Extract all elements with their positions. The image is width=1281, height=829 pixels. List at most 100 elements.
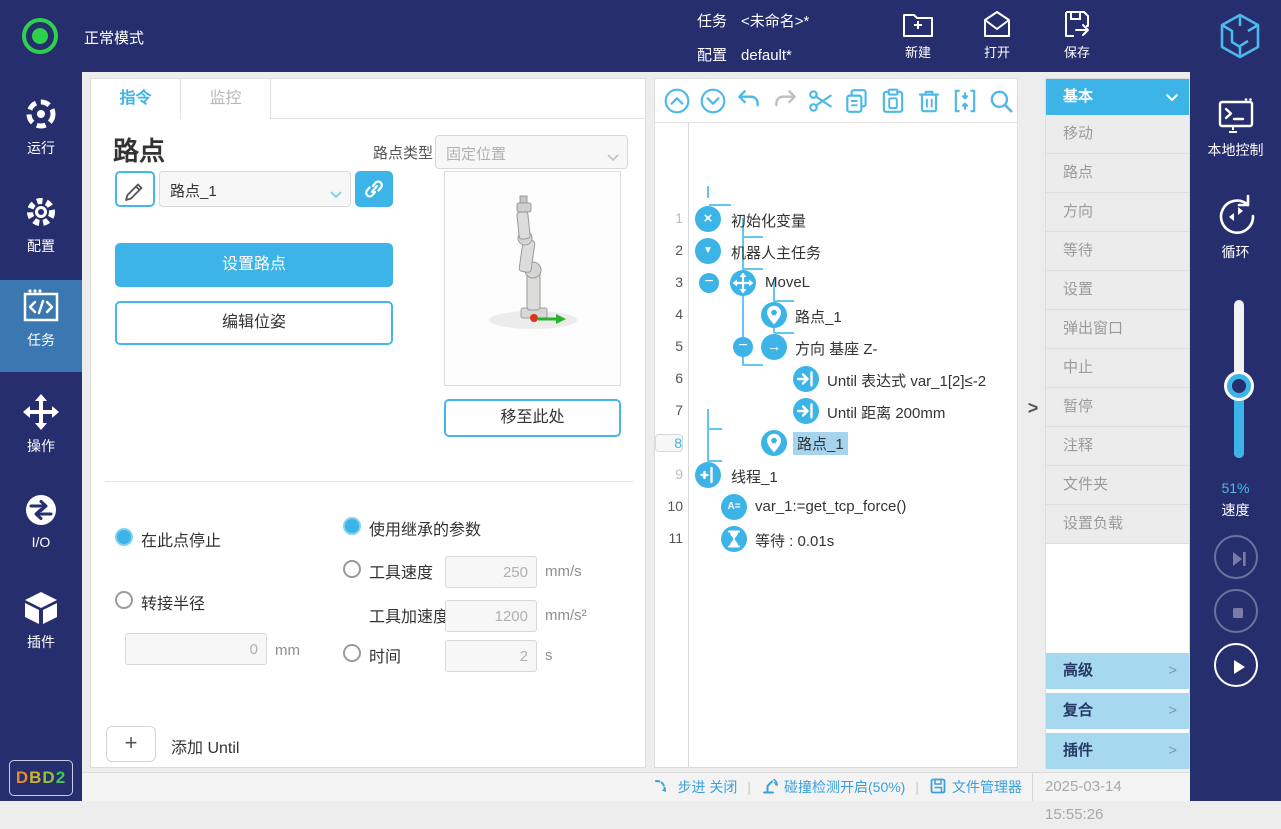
command-item-folder[interactable]: 文件夹 — [1046, 466, 1189, 505]
task-label: 任务 — [697, 13, 727, 30]
blend-radius-radio[interactable] — [115, 591, 133, 609]
edit-pose-button[interactable]: 编辑位姿 — [115, 301, 393, 345]
sidebar-config-label: 配置 — [0, 236, 82, 256]
command-item-pause[interactable]: 暂停 — [1046, 388, 1189, 427]
tree-row-waypoint-1-selected[interactable]: 8 路点_1 — [655, 427, 1017, 459]
move-down-icon[interactable] — [699, 87, 727, 115]
command-item-comment[interactable]: 注释 — [1046, 427, 1189, 466]
time-input[interactable] — [445, 640, 537, 672]
collapse-minus-icon[interactable]: − — [699, 273, 719, 293]
command-item-abort[interactable]: 中止 — [1046, 349, 1189, 388]
tree-row-wait[interactable]: 11 等待 : 0.01s — [655, 523, 1017, 555]
command-group-advanced[interactable]: 高级> — [1046, 653, 1189, 689]
set-waypoint-button[interactable]: 设置路点 — [115, 243, 393, 287]
merge-icon[interactable] — [951, 87, 979, 115]
chevron-down-icon — [330, 186, 342, 203]
command-item-move[interactable]: 移动 — [1046, 115, 1189, 154]
step-mode-status[interactable]: 步进 关闭 — [654, 777, 737, 798]
sidebar-item-io[interactable]: I/O — [0, 484, 82, 576]
tree-row-waypoint-1[interactable]: 4 路点_1 — [655, 299, 1017, 331]
tree-row-direction[interactable]: 5 − → 方向 基座 Z- — [655, 331, 1017, 363]
sidebar-item-operate[interactable]: 操作 — [0, 386, 82, 478]
inherit-params-radio[interactable] — [343, 517, 361, 535]
command-group-basic[interactable]: 基本 — [1046, 79, 1189, 115]
paste-icon[interactable] — [879, 87, 907, 115]
tree-row-label: Until 距离 200mm — [827, 402, 945, 423]
move-up-icon[interactable] — [663, 87, 691, 115]
undo-icon[interactable] — [735, 87, 763, 115]
command-item-direction[interactable]: 方向 — [1046, 193, 1189, 232]
command-item-waypoint[interactable]: 路点 — [1046, 154, 1189, 193]
sidebar-item-plugin[interactable]: 插件 — [0, 582, 82, 674]
copy-icon[interactable] — [843, 87, 871, 115]
waypoint-type-select[interactable]: 固定位置 — [435, 135, 628, 169]
tool-acc-input[interactable] — [445, 600, 537, 632]
link-waypoint-button[interactable] — [355, 171, 393, 207]
command-group-plugin[interactable]: 插件> — [1046, 733, 1189, 769]
command-group-composite[interactable]: 复合> — [1046, 693, 1189, 729]
stop-here-radio[interactable] — [115, 528, 133, 546]
file-manager-icon — [929, 777, 947, 798]
step-next-button[interactable] — [1214, 535, 1258, 579]
robot-id-badge[interactable]: DBD2 — [9, 760, 73, 796]
tree-row-init-variables[interactable]: 1 × 初始化变量 — [655, 203, 1017, 235]
sidebar-task-label: 任务 — [0, 330, 82, 350]
panel-expander-chevron[interactable]: > — [1022, 398, 1044, 426]
sidebar-item-task[interactable]: 任务 — [0, 280, 82, 372]
search-icon[interactable] — [987, 87, 1015, 115]
tree-row-label: 线程_1 — [731, 466, 778, 487]
tool-speed-input[interactable] — [445, 556, 537, 588]
tree-row-assignment[interactable]: 10 A= var_1:=get_tcp_force() — [655, 491, 1017, 523]
statusbar: 步进 关闭 | 碰撞检测开启(50%) | 文件管理器 2025-03-14 1… — [82, 772, 1190, 801]
config-value: default* — [741, 47, 792, 64]
tab-monitor[interactable]: 监控 — [181, 79, 271, 119]
redo-icon[interactable] — [771, 87, 799, 115]
tree-row-until-distance[interactable]: 7 Until 距离 200mm — [655, 395, 1017, 427]
blend-radius-input[interactable] — [125, 633, 267, 665]
tree-row-main-task[interactable]: 2 ▼ 机器人主任务 — [655, 235, 1017, 267]
time-radio[interactable] — [343, 644, 361, 662]
delete-icon[interactable] — [915, 87, 943, 115]
new-file-icon — [886, 8, 950, 40]
command-item-wait[interactable]: 等待 — [1046, 232, 1189, 271]
group-advanced-label: 高级 — [1063, 662, 1093, 679]
tool-speed-radio[interactable] — [343, 560, 361, 578]
file-manager-status[interactable]: 文件管理器 — [929, 777, 1022, 798]
new-task-button[interactable]: 新建 — [886, 8, 950, 61]
sidebar-item-config[interactable]: 配置 — [0, 186, 82, 278]
rename-waypoint-button[interactable] — [115, 171, 155, 207]
line-number: 6 — [655, 370, 683, 386]
waypoint-name-select[interactable]: 路点_1 — [159, 171, 351, 207]
collision-label: 碰撞检测开启(50%) — [784, 777, 905, 797]
speed-slider-handle[interactable] — [1227, 374, 1251, 398]
loop-button[interactable]: 循环 — [1190, 190, 1281, 262]
open-task-button[interactable]: 打开 — [965, 8, 1029, 61]
collapse-minus-icon[interactable]: − — [733, 337, 753, 357]
play-button[interactable] — [1214, 643, 1258, 687]
cut-icon[interactable] — [807, 87, 835, 115]
save-task-button[interactable]: 保存 — [1045, 8, 1109, 61]
rightbar: 本地控制 循环 51% 速度 — [1190, 72, 1281, 801]
assignment-icon: A= — [721, 494, 747, 520]
add-until-button[interactable]: + — [106, 726, 156, 762]
command-item-popup[interactable]: 弹出窗口 — [1046, 310, 1189, 349]
task-value: <未命名>* — [741, 13, 809, 30]
tool-acc-unit: mm/s² — [545, 607, 587, 624]
stop-button[interactable] — [1214, 589, 1258, 633]
speed-slider[interactable] — [1234, 300, 1244, 458]
move-here-button[interactable]: 移至此处 — [444, 399, 621, 437]
collision-detect-status[interactable]: 碰撞检测开启(50%) — [761, 777, 905, 798]
tree-row-thread-1[interactable]: 9 线程_1 — [655, 459, 1017, 491]
tree-row-movel[interactable]: 3 − MoveL — [655, 267, 1017, 299]
local-control-button[interactable]: 本地控制 — [1190, 96, 1281, 160]
sidebar-item-run[interactable]: 运行 — [0, 88, 82, 180]
command-item-payload[interactable]: 设置负载 — [1046, 505, 1189, 544]
sidebar-operate-label: 操作 — [0, 436, 82, 456]
separator: | — [747, 779, 751, 795]
chevron-down-icon — [1165, 93, 1179, 102]
tab-command[interactable]: 指令 — [91, 79, 181, 119]
collision-icon — [761, 777, 779, 798]
tree-row-until-expression[interactable]: 6 Until 表达式 var_1[2]≤-2 — [655, 363, 1017, 395]
waypoint-panel: 指令 监控 路点 路点类型 固定位置 路点_1 设置路点 编辑位姿 移至此处 在… — [90, 78, 646, 768]
command-item-set[interactable]: 设置 — [1046, 271, 1189, 310]
